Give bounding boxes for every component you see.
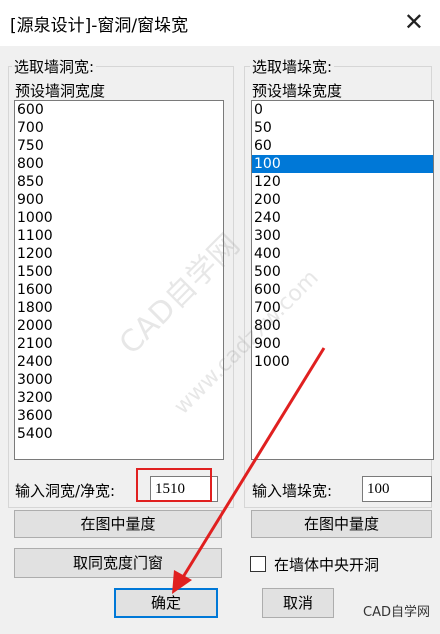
annotation-arrow [172, 347, 326, 594]
arrow-head [172, 570, 192, 594]
